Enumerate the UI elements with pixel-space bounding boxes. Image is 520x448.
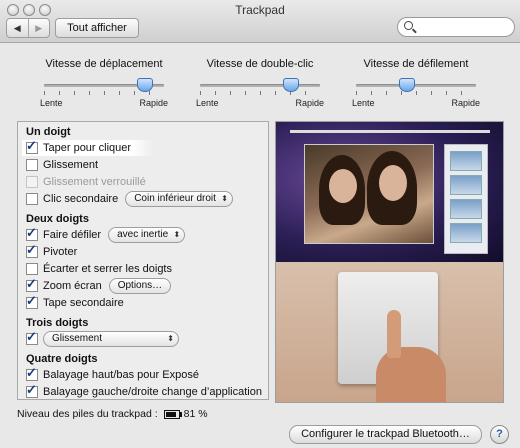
slider-max-label: Rapide	[139, 98, 168, 108]
slider-ticks	[200, 91, 320, 95]
swipe-expose-label: Balayage haut/bas pour Exposé	[43, 369, 199, 381]
zoom-checkbox[interactable]	[26, 276, 38, 292]
secondary-click-popup[interactable]: Coin inférieur droit	[125, 191, 233, 207]
slider-min-label: Lente	[352, 98, 375, 108]
trackpad-preferences-window: Trackpad ◀ ▶ Tout afficher Vitesse de dé…	[0, 0, 520, 448]
rotate-label: Pivoter	[43, 246, 78, 258]
slider-knob[interactable]	[399, 78, 416, 92]
scroll-row[interactable]: Faire défiler avec inertie	[26, 225, 186, 243]
double-click-speed-slider[interactable]: Vitesse de double-clic Lente Rapide	[196, 58, 324, 110]
tracking-speed-slider[interactable]: Vitesse de déplacement Lente Rapide	[40, 58, 168, 110]
gesture-options-panel: Un doigt Taper pour cliquer Glissement G…	[17, 121, 269, 400]
drag-row[interactable]: Glissement	[26, 157, 98, 173]
three-finger-drag-row[interactable]: Glissement	[26, 329, 179, 347]
show-all-button[interactable]: Tout afficher	[55, 18, 139, 38]
pinch-row[interactable]: Écarter et serrer les doigts	[26, 261, 172, 277]
drag-lock-label: Glissement verrouillé	[43, 176, 146, 188]
search-icon	[404, 21, 413, 30]
preview-finger	[387, 310, 401, 358]
swipe-expose-row[interactable]: Balayage haut/bas pour Exposé	[26, 365, 199, 383]
scroll-checkbox[interactable]	[26, 225, 38, 241]
swipe-app-row[interactable]: Balayage gauche/droite change d’applicat…	[26, 382, 262, 400]
slider-label: Vitesse de déplacement	[45, 58, 163, 70]
scroll-inertia-popup[interactable]: avec inertie	[108, 227, 186, 243]
pinch-checkbox[interactable]	[26, 263, 38, 275]
navigation-buttons: ◀ ▶	[6, 18, 50, 38]
back-icon[interactable]: ◀	[7, 19, 28, 37]
slider-ticks	[356, 91, 476, 95]
battery-label: Niveau des piles du trackpad :	[17, 408, 158, 420]
zoom-label: Zoom écran	[43, 280, 102, 292]
three-finger-checkbox[interactable]	[26, 329, 38, 345]
tap-to-click-checkbox[interactable]	[26, 138, 38, 154]
slider-knob[interactable]	[136, 78, 153, 92]
slider-track[interactable]	[356, 84, 476, 87]
title-bar: Trackpad ◀ ▶ Tout afficher	[0, 0, 520, 43]
zoom-row[interactable]: Zoom écran Options…	[26, 276, 172, 294]
configure-bluetooth-button[interactable]: Configurer le trackpad Bluetooth…	[289, 425, 482, 444]
battery-icon	[163, 409, 182, 419]
slider-track[interactable]	[200, 84, 320, 87]
slider-label: Vitesse de défilement	[363, 58, 469, 70]
window-title: Trackpad	[235, 3, 285, 17]
gesture-preview-video	[275, 121, 504, 403]
scroll-label: Faire défiler	[43, 229, 102, 241]
secondary-click-row[interactable]: Clic secondaire Coin inférieur droit	[26, 191, 233, 207]
section-four-fingers: Quatre doigts	[26, 353, 98, 365]
secondary-click-label: Clic secondaire	[43, 193, 119, 205]
swipe-app-checkbox[interactable]	[26, 382, 38, 398]
battery-percent: 81 %	[183, 408, 208, 420]
drag-label: Glissement	[43, 159, 99, 171]
secondary-tap-label: Tape secondaire	[43, 297, 124, 309]
swipe-expose-checkbox[interactable]	[26, 365, 38, 381]
section-one-finger: Un doigt	[26, 126, 71, 138]
swipe-app-label: Balayage gauche/droite change d’applicat…	[43, 386, 262, 398]
zoom-options-button[interactable]: Options…	[108, 278, 172, 294]
preview-menubar	[290, 130, 490, 133]
slider-label: Vitesse de double-clic	[206, 58, 314, 70]
tap-to-click-label: Taper pour cliquer	[43, 142, 132, 154]
battery-level: Niveau des piles du trackpad : 81 %	[17, 408, 208, 420]
preview-sidebar	[444, 144, 488, 254]
drag-lock-row: Glissement verrouillé	[26, 174, 146, 190]
three-finger-popup[interactable]: Glissement	[43, 331, 179, 347]
scrolling-speed-slider[interactable]: Vitesse de défilement Lente Rapide	[352, 58, 480, 110]
section-two-fingers: Deux doigts	[26, 213, 89, 225]
secondary-tap-row[interactable]: Tape secondaire	[26, 293, 124, 311]
drag-checkbox[interactable]	[26, 159, 38, 171]
preview-photo	[304, 144, 434, 244]
section-three-fingers: Trois doigts	[26, 317, 89, 329]
slider-max-label: Rapide	[451, 98, 480, 108]
forward-icon[interactable]: ▶	[27, 19, 50, 37]
drag-lock-checkbox	[26, 176, 38, 188]
help-button[interactable]: ?	[490, 425, 509, 444]
secondary-tap-checkbox[interactable]	[26, 293, 38, 309]
slider-max-label: Rapide	[295, 98, 324, 108]
tap-to-click-row[interactable]: Taper pour cliquer	[22, 138, 154, 156]
slider-min-label: Lente	[196, 98, 219, 108]
rotate-checkbox[interactable]	[26, 242, 38, 258]
secondary-click-checkbox[interactable]	[26, 193, 38, 205]
preview-screen	[276, 122, 503, 262]
slider-knob[interactable]	[283, 78, 299, 92]
rotate-row[interactable]: Pivoter	[26, 242, 78, 260]
search-field[interactable]	[397, 17, 515, 37]
pinch-label: Écarter et serrer les doigts	[43, 263, 172, 275]
slider-min-label: Lente	[40, 98, 63, 108]
